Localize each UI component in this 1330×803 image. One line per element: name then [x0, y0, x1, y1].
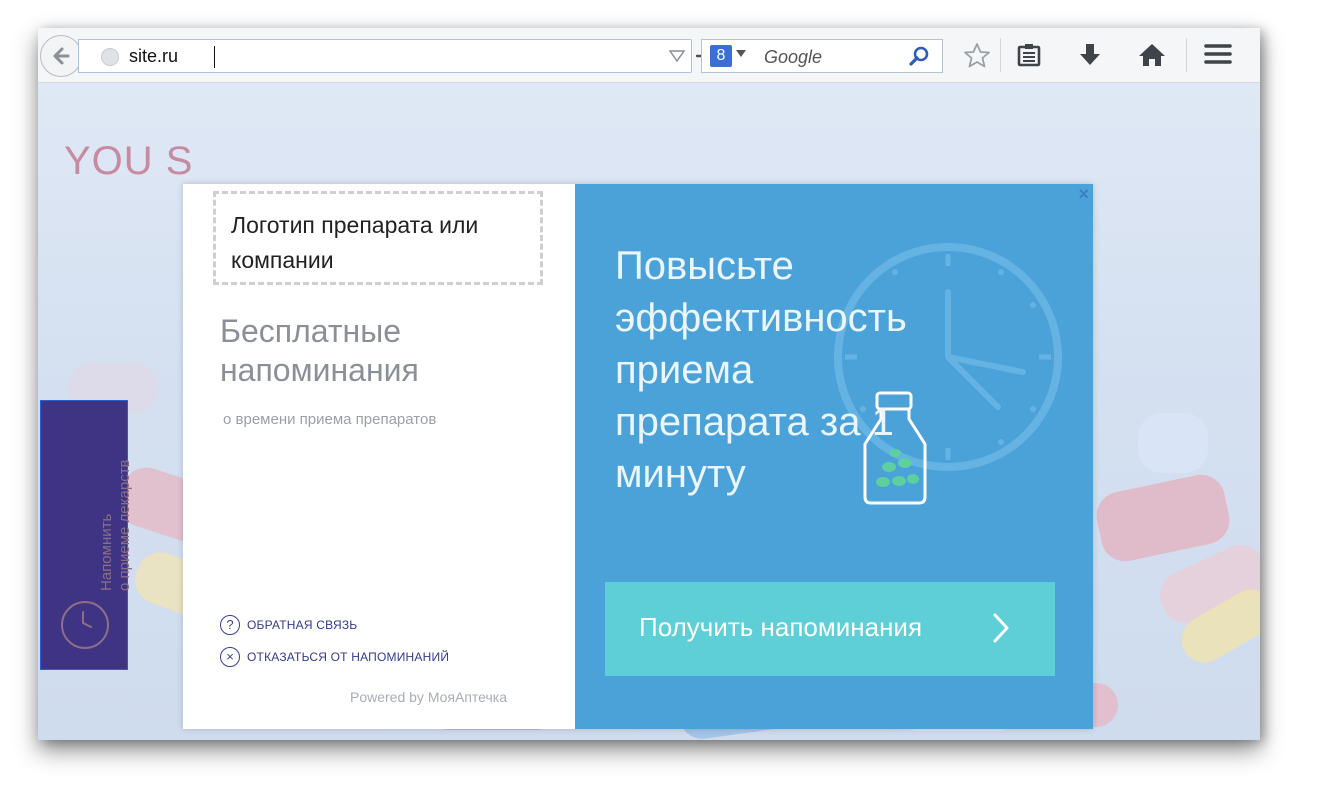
chevron-right-icon: [993, 613, 1009, 643]
powered-by: Powered by МояАптечка: [350, 689, 508, 705]
bookmark-star-icon[interactable]: [963, 42, 991, 68]
menu-icon[interactable]: [1204, 42, 1232, 66]
promo-text: Повысьте эффективность приема препарата …: [615, 244, 907, 496]
side-tab-label-line2: о приеме лекарств: [116, 459, 133, 591]
back-arrow-icon: [53, 47, 70, 65]
back-button[interactable]: [40, 35, 82, 77]
logo-placeholder-text: Логотип препарата или компании: [231, 212, 479, 273]
engine-dropdown-icon[interactable]: [736, 50, 746, 58]
search-bar[interactable]: 8 Google: [701, 39, 943, 73]
address-bar[interactable]: site.ru: [78, 39, 714, 73]
unsubscribe-link-label[interactable]: ОТКАЗАТЬСЯ ОТ НАПОМИНАНИЙ: [247, 650, 449, 664]
get-reminders-label: Получить напоминания: [639, 612, 923, 642]
close-icon[interactable]: ×: [1078, 184, 1089, 205]
background-pill: [1092, 470, 1234, 566]
free-reminders-heading: Бесплатные напоминания: [220, 313, 419, 388]
cross-circle-icon: ×: [220, 647, 240, 667]
toolbar-separator: [1186, 38, 1187, 72]
free-reminders-subheading: о времени приема препаратов: [223, 411, 437, 428]
browser-window: site.ru 8 Google YOU S Напомнить о прием…: [38, 28, 1260, 740]
reading-list-icon[interactable]: [1016, 42, 1042, 68]
feedback-link[interactable]: ? ОБРАТНАЯ СВЯЗЬ: [220, 615, 357, 635]
magnifier-icon[interactable]: [908, 46, 930, 68]
download-arrow-icon[interactable]: [1078, 42, 1102, 68]
question-icon: ?: [220, 615, 240, 635]
unsubscribe-link[interactable]: × ОТКАЗАТЬСЯ ОТ НАПОМИНАНИЙ: [220, 647, 449, 667]
browser-toolbar: site.ru 8 Google: [38, 28, 1260, 83]
page-headline: YOU S: [64, 139, 194, 183]
clock-icon: [61, 601, 109, 649]
reminder-side-tab[interactable]: Напомнить о приеме лекарств: [40, 400, 133, 670]
logo-placeholder: Логотип препарата или компании: [213, 191, 543, 285]
side-tab-label: Напомнить о приеме лекарств: [98, 459, 134, 591]
reminder-modal: Логотип препарата или компании Бесплатны…: [183, 184, 1093, 729]
url-text[interactable]: site.ru: [129, 46, 178, 67]
feedback-link-label[interactable]: ОБРАТНАЯ СВЯЗЬ: [247, 618, 357, 632]
search-placeholder: Google: [764, 47, 823, 67]
background-pill: [1138, 413, 1208, 473]
toolbar-separator: [1000, 38, 1001, 72]
text-cursor: [214, 46, 215, 68]
get-reminders-button[interactable]: Получить напоминания: [605, 582, 1055, 676]
globe-icon: [101, 48, 119, 66]
side-tab-label-line1: Напомнить: [98, 513, 115, 591]
page-content: YOU S Напомнить о приеме лекарств Логоти…: [38, 83, 1260, 740]
home-icon[interactable]: [1138, 42, 1166, 68]
modal-left-panel: Логотип препарата или компании Бесплатны…: [183, 184, 575, 729]
modal-promo-panel: × Повысьте эффективность приема препарат…: [575, 184, 1093, 729]
google-search-engine-icon[interactable]: 8: [710, 45, 732, 67]
dropdown-triangle-icon[interactable]: [669, 50, 685, 62]
